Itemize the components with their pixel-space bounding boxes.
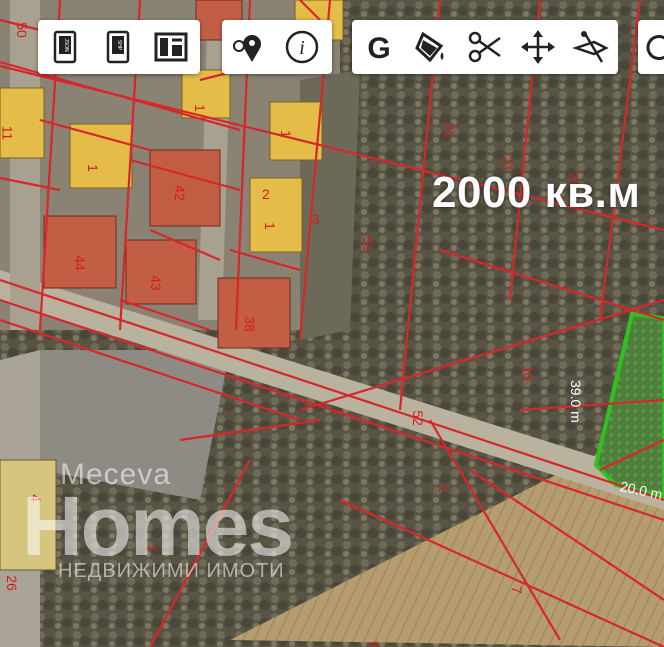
plot-number: 1 — [84, 164, 101, 172]
move-button[interactable] — [513, 22, 563, 72]
map-view[interactable]: 50 11 1 1 42 1 2 1 3 44 43 38 21 21 29 51 10 1 4 1 7 7 26 52 Me… — [0, 0, 664, 647]
plot-number: 44 — [71, 255, 88, 271]
plot-number: 7 — [508, 586, 525, 594]
export-toolbar: JSON SHP — [38, 20, 200, 74]
info-icon: i — [285, 30, 318, 64]
plot-number: 50 — [13, 22, 30, 38]
split-button[interactable] — [566, 22, 616, 72]
paint-bucket-icon — [414, 31, 443, 63]
rotate-icon: G — [367, 32, 390, 65]
map-pin-icon — [232, 35, 261, 62]
plot-number: 43 — [147, 275, 164, 291]
plot-number: 11 — [0, 125, 16, 141]
area-label: 2000 кв.м — [432, 168, 641, 217]
shp-export-button[interactable]: SHP — [93, 22, 143, 72]
refresh-icon — [646, 35, 664, 60]
plot-number: 1 — [191, 104, 208, 112]
layout-button[interactable] — [146, 22, 196, 72]
json-export-button[interactable]: JSON — [40, 22, 90, 72]
info-button[interactable]: i — [277, 22, 327, 72]
svg-text:i: i — [299, 37, 305, 59]
shp-file-icon: SHP — [106, 30, 129, 64]
scissors-icon — [468, 31, 501, 63]
extra-toolbar — [638, 20, 664, 74]
pin-button[interactable] — [224, 22, 274, 72]
plot-number: 7 — [363, 640, 380, 647]
side-street — [10, 0, 40, 330]
cut-button[interactable] — [460, 22, 510, 72]
json-file-icon: JSON — [53, 30, 76, 64]
move-arrows-icon — [520, 30, 555, 64]
info-toolbar: i — [222, 20, 332, 74]
plot-number: 38 — [241, 316, 258, 332]
svg-text:JSON: JSON — [63, 38, 69, 52]
watermark-subtitle: НЕДВИЖИМИ ИМОТИ — [58, 560, 285, 582]
plot-number: 52 — [409, 410, 426, 426]
plot-number: 42 — [171, 185, 188, 201]
plot-number: 10 — [519, 365, 536, 381]
dimension-side-a: 39.0 m — [568, 380, 584, 423]
plot-number: 3 — [312, 211, 320, 227]
plot-number: 1 — [277, 130, 294, 138]
svg-text:G: G — [367, 32, 390, 65]
plot-number: 26 — [3, 575, 20, 591]
svg-text:SHP: SHP — [116, 40, 122, 51]
refresh-button[interactable] — [640, 22, 664, 72]
plot-number: 51 — [359, 236, 376, 252]
rotate-button[interactable]: G — [354, 22, 404, 72]
plot-number: 1 — [435, 484, 452, 492]
plot-number: 2 — [262, 186, 270, 202]
split-icon — [571, 31, 609, 63]
tools-toolbar: G — [352, 20, 618, 74]
layout-icon — [154, 32, 187, 62]
fill-button[interactable] — [407, 22, 457, 72]
plot-number: 1 — [261, 222, 278, 230]
plot-number: 21 — [441, 122, 458, 138]
